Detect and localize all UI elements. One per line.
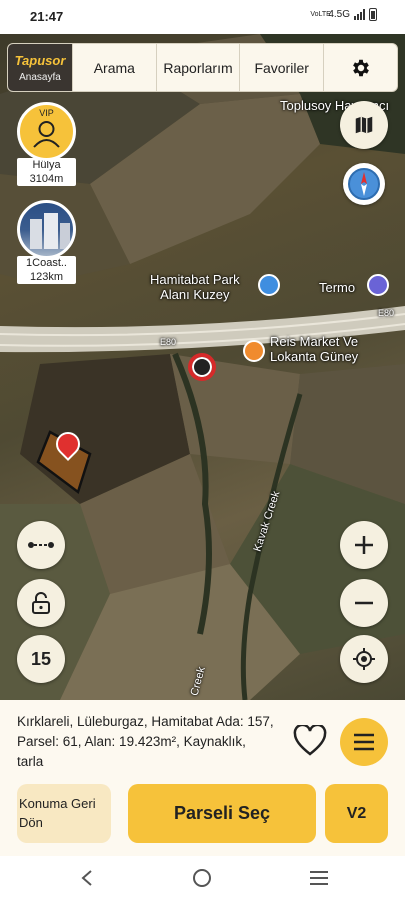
zoom-out-button[interactable] [340,579,388,627]
map-icon [355,116,373,134]
status-icons: VoLTE 4.5G [310,8,377,21]
heart-icon [293,723,327,756]
map-label-park: Hamitabat Park Alanı Kuzey [150,272,240,302]
back-to-location-button[interactable]: Konuma Geri Dön [17,784,111,843]
volte-indicator: VoLTE [310,11,331,18]
poi-park-icon[interactable] [258,274,280,296]
parcel-address: Kırklareli, Lüleburgaz, Hamitabat Ada: 1… [17,714,274,769]
plus-icon [355,536,373,554]
system-navigation-bar [0,856,405,900]
home-label: Anasayfa [19,71,61,83]
menu-button[interactable] [340,718,388,766]
map-label-termo: Termo [319,280,356,295]
brand-logo: Tapusor [14,52,66,68]
avatar-label: Hülya 3104m [17,158,76,186]
lock-button[interactable] [17,579,65,627]
map-label-market: Reis Market Ve Lokanta Güney [270,334,359,364]
avatar: VIP [17,102,76,161]
avatar-distance: 3104m [29,173,64,185]
zoom-in-button[interactable] [340,521,388,569]
building-image [30,213,70,249]
my-location-button[interactable] [340,635,388,683]
avatar-label: 1Coast.. 123km [17,256,76,284]
crosshair-icon [353,648,375,670]
measure-icon [28,542,54,548]
nav-favorites[interactable]: Favoriler [239,44,323,91]
signal-icon [354,9,365,20]
poi-fuel-icon[interactable] [367,274,389,296]
avatar-distance: 123km [29,271,64,283]
back-icon [81,870,92,886]
recents-icon [310,871,328,885]
compass-icon [348,168,380,200]
nav-search[interactable]: Arama [72,44,156,91]
measure-button[interactable] [17,521,65,569]
current-location-marker [188,353,216,381]
status-bar: 21:47 VoLTE 4.5G [0,0,405,34]
v2-button[interactable]: V2 [325,784,388,843]
hamburger-icon [354,733,374,751]
battery-icon [369,8,377,21]
user-avatar-card-hulya[interactable]: VIP Hülya 3104m [17,102,76,186]
settings-button[interactable] [323,44,397,91]
poi-restaurant-icon[interactable] [243,340,265,362]
nav-reports[interactable]: Raporlarım [155,44,240,91]
home-button[interactable]: Tapusor Anasayfa [8,44,72,91]
unlock-icon [32,592,50,614]
top-navigation: Tapusor Anasayfa Arama Raporlarım Favori… [7,43,398,92]
select-parcel-button[interactable]: Parseli Seç [128,784,316,843]
zoom-level-indicator[interactable]: 15 [17,635,65,683]
map-layer-button[interactable] [340,101,388,149]
clock: 21:47 [30,9,64,24]
compass-button[interactable] [343,163,385,205]
network-type: 4.5G [328,9,350,20]
favorite-button[interactable] [293,723,327,757]
home-icon [193,869,211,887]
user-avatar-card-coast[interactable]: 1Coast.. 123km [17,200,76,284]
parcel-info-panel: Kırklareli, Lüleburgaz, Hamitabat Ada: 1… [0,700,405,856]
system-nav-icons [81,869,328,887]
gear-icon [352,59,369,76]
avatar [17,200,76,259]
vip-badge: VIP [39,108,54,118]
map-label-road-e80-center: E80 [160,337,177,347]
map-label-road-e80-right: E80 [378,308,395,318]
minus-icon [355,601,373,605]
